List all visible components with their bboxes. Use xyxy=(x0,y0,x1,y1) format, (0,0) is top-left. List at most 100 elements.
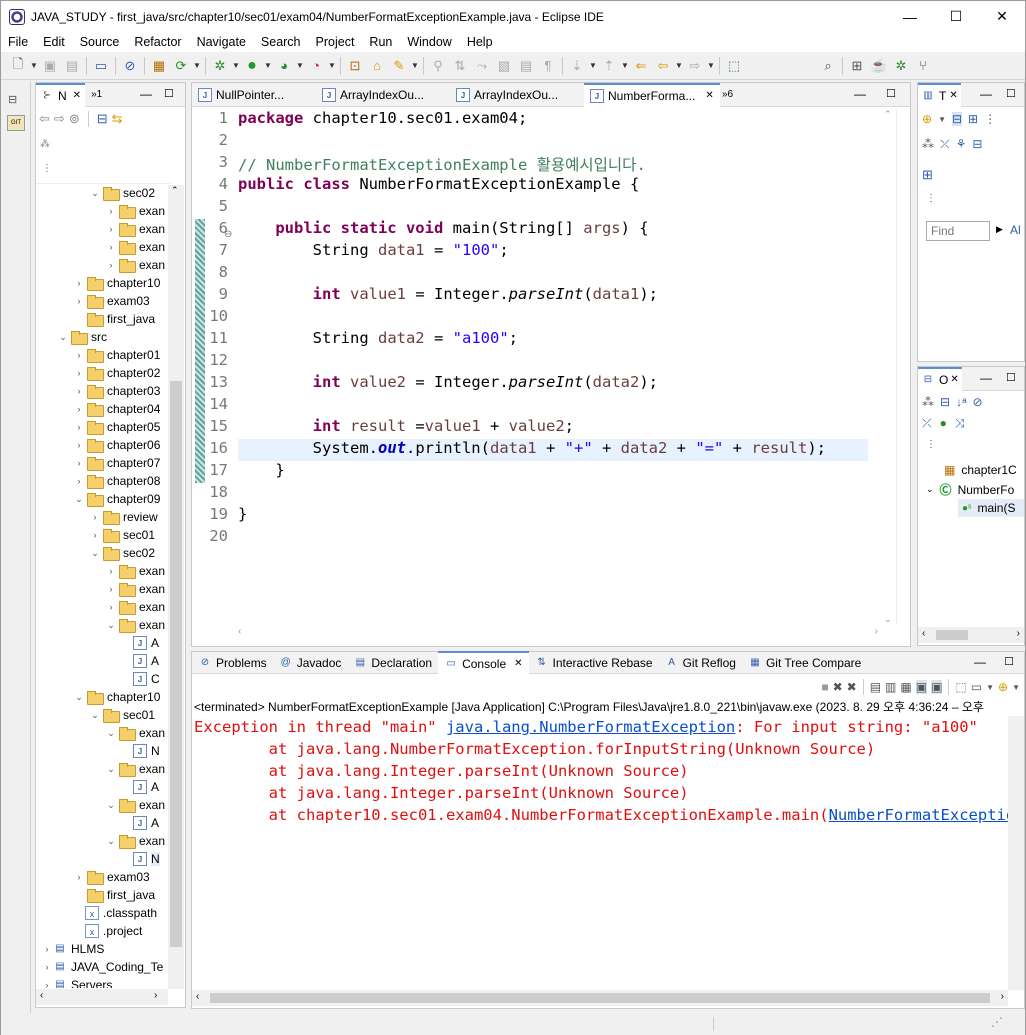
tree-item[interactable]: › exan xyxy=(105,598,165,616)
console-hscroll[interactable]: ‹ › xyxy=(192,990,1008,1006)
hide-local-types-icon[interactable]: ⤨ xyxy=(955,416,965,431)
tab-task-list[interactable]: ▥ T ✕ xyxy=(918,82,961,107)
run-dropdown-icon[interactable]: ▼ xyxy=(263,55,273,77)
expand-twisty-icon[interactable]: › xyxy=(73,422,85,432)
open-console-dropdown-icon[interactable]: ▼ xyxy=(1012,683,1020,692)
collapse-twisty-icon[interactable]: ⌄ xyxy=(89,188,101,199)
run-icon[interactable]: ● xyxy=(241,55,263,77)
expand-twisty-icon[interactable]: › xyxy=(73,458,85,468)
prev-annotation-icon[interactable]: ⇡ xyxy=(598,55,620,77)
debug-icon[interactable]: ✲ xyxy=(209,55,231,77)
view-menu-icon[interactable]: ⋮ xyxy=(42,163,52,174)
tree-item[interactable]: › chapter01 xyxy=(73,346,160,364)
collapse-twisty-icon[interactable]: ⌄ xyxy=(105,728,117,739)
tree-item[interactable]: › chapter06 xyxy=(73,436,160,454)
tree-item[interactable]: JN xyxy=(121,850,160,868)
new-icon[interactable]: 🗋 xyxy=(7,55,29,77)
expand-twisty-icon[interactable]: › xyxy=(73,476,85,486)
task-view-menu-icon[interactable]: ⋮ xyxy=(984,112,996,126)
minimize-icon[interactable]: — xyxy=(980,371,992,385)
tree-item[interactable]: › chapter02 xyxy=(73,364,160,382)
code-line[interactable]: package chapter10.sec01.exam04; xyxy=(238,109,527,127)
coverage-icon[interactable]: ◕ xyxy=(273,55,295,77)
menu-navigate[interactable]: Navigate xyxy=(190,35,254,49)
new-task-icon[interactable]: ⊕ xyxy=(922,112,932,126)
tree-item[interactable]: JA xyxy=(121,634,159,652)
bottom-tab-git-reflog[interactable]: A Git Reflog xyxy=(659,652,742,674)
resize-grip-icon[interactable]: ⋰ xyxy=(991,1015,1003,1029)
minimize-icon[interactable]: — xyxy=(974,655,986,669)
scroll-right-icon[interactable]: › xyxy=(154,990,157,1001)
expand-twisty-icon[interactable]: › xyxy=(105,602,117,612)
menu-window[interactable]: Window xyxy=(400,35,459,49)
close-icon[interactable]: ✕ xyxy=(950,374,958,385)
code-editor[interactable]: 1 package chapter10.sec01.exam04; 2 3 // Num… xyxy=(206,109,882,624)
tree-item[interactable]: › exan xyxy=(105,256,165,274)
tree-item[interactable]: ⌄ exan xyxy=(105,616,165,634)
save-icon[interactable]: ▣ xyxy=(39,55,61,77)
scroll-left-icon[interactable]: ‹ xyxy=(40,990,43,1001)
code-line[interactable]: String data1 = "100"; xyxy=(238,241,509,259)
tree-item[interactable]: x .project xyxy=(73,922,142,940)
tree-item[interactable]: first_java xyxy=(73,886,155,904)
maximize-icon[interactable]: ☐ xyxy=(1006,371,1016,384)
new-task-dropdown-icon[interactable]: ▼ xyxy=(938,115,946,124)
collapse-twisty-icon[interactable]: ⌄ xyxy=(105,800,117,811)
tree-item[interactable]: ⌄ exan xyxy=(105,796,165,814)
expand-twisty-icon[interactable]: › xyxy=(73,278,85,288)
remove-all-icon[interactable]: ✖ xyxy=(847,680,857,694)
expand-twisty-icon[interactable]: › xyxy=(73,296,85,306)
stacktrace-link[interactable]: NumberFormatExceptionExample.java:13 xyxy=(829,806,1009,824)
collapse-twisty-icon[interactable]: ⌄ xyxy=(105,764,117,775)
editor-tab[interactable]: J NullPointer... xyxy=(192,83,316,107)
expand-twisty-icon[interactable]: › xyxy=(105,584,117,594)
tree-item[interactable]: › chapter05 xyxy=(73,418,160,436)
open-perspective-icon[interactable]: ⊞ xyxy=(846,55,868,77)
editor-minimize-icon[interactable]: — xyxy=(854,87,866,101)
tree-item[interactable]: › exan xyxy=(105,220,165,238)
git-perspective-icon[interactable]: ⑂ xyxy=(912,55,934,77)
bottom-tab-console[interactable]: ▭ Console ✕ xyxy=(438,650,529,675)
tree-item[interactable]: › exan xyxy=(105,238,165,256)
bottom-tab-git-tree-compare[interactable]: ▦ Git Tree Compare xyxy=(742,652,867,674)
debug-dropdown-icon[interactable]: ▼ xyxy=(231,55,241,77)
collapse-twisty-icon[interactable]: ⌄ xyxy=(73,692,85,703)
bottom-tab-interactive-rebase[interactable]: ⇅ Interactive Rebase xyxy=(529,652,659,674)
editor-maximize-icon[interactable]: ☐ xyxy=(886,87,896,100)
tree-item[interactable]: › exan xyxy=(105,202,165,220)
maximize-button[interactable]: ☐ xyxy=(933,1,979,32)
tree-item[interactable]: › chapter10 xyxy=(73,274,160,292)
external-tools-icon[interactable]: ◔ xyxy=(305,55,327,77)
expand-twisty-icon[interactable]: › xyxy=(41,962,53,972)
code-line[interactable]: int result =value1 + value2; xyxy=(238,417,574,435)
editor-vscroll[interactable]: ⌃ ⌄ xyxy=(883,109,895,625)
hide-completed-icon[interactable]: ⤫ xyxy=(940,137,950,152)
collapse-twisty-icon[interactable]: ⌄ xyxy=(57,332,69,343)
tree-item[interactable]: › sec01 xyxy=(89,526,155,544)
close-icon[interactable]: ✕ xyxy=(514,658,522,669)
save-all-icon[interactable]: ▤ xyxy=(61,55,83,77)
forward-dropdown-icon[interactable]: ▼ xyxy=(706,55,716,77)
find-input[interactable]: Find xyxy=(926,221,990,241)
synchronize-icon[interactable]: ⁂ xyxy=(922,137,934,151)
format-icon[interactable]: ▤ xyxy=(515,55,537,77)
tree-item[interactable]: JN xyxy=(121,742,160,760)
editor-tab[interactable]: J NumberForma... ✕ xyxy=(584,82,720,107)
minimize-button[interactable]: — xyxy=(887,1,933,32)
bottom-tab-problems[interactable]: ⊘ Problems xyxy=(192,652,273,674)
search-icon[interactable]: ⌕ xyxy=(817,55,839,77)
collapse-twisty-icon[interactable]: ⌄ xyxy=(89,548,101,559)
outline-hscroll[interactable]: ‹ › xyxy=(918,627,1024,643)
outline-method[interactable]: ●ˢ main(S xyxy=(958,499,1024,517)
clear-console-icon[interactable]: ▤ xyxy=(870,680,881,694)
console-vscroll[interactable] xyxy=(1008,716,1024,990)
show-stdout-icon[interactable]: ▣ xyxy=(915,680,928,694)
expand-twisty-icon[interactable]: › xyxy=(105,260,117,270)
tree-item[interactable]: ⌄ exan xyxy=(105,832,165,850)
up-icon[interactable]: ⊚ xyxy=(69,111,80,127)
terminate-icon[interactable]: ■ xyxy=(821,680,828,694)
menu-edit[interactable]: Edit xyxy=(36,35,73,49)
display-console-icon[interactable]: ▭ xyxy=(971,680,982,694)
bottom-tab-declaration[interactable]: ▤ Declaration xyxy=(347,652,438,674)
tree-item[interactable]: first_java xyxy=(73,310,155,328)
